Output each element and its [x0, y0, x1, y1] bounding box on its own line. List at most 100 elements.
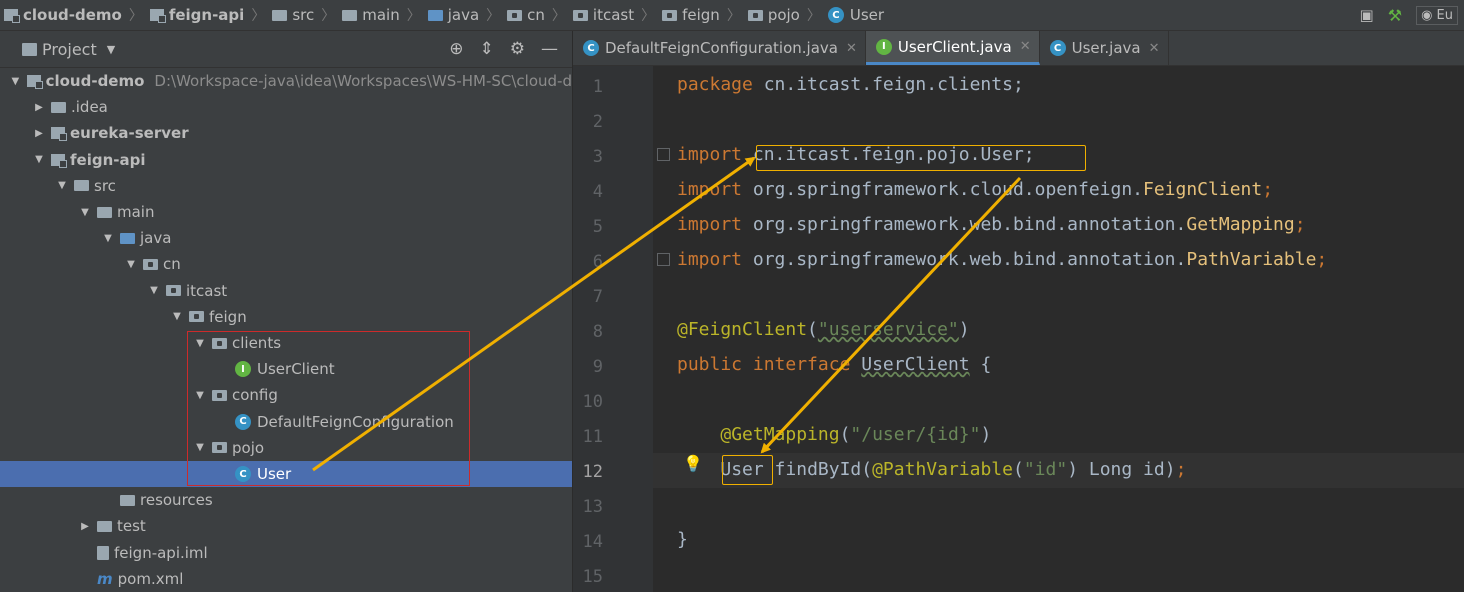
folder-icon: [342, 9, 358, 21]
breadcrumb-item-src[interactable]: src: [268, 6, 318, 24]
project-path: D:\Workspace-java\idea\Workspaces\WS-HM-…: [154, 72, 572, 90]
breadcrumb-item-main[interactable]: main: [338, 6, 403, 24]
breadcrumb-item-java[interactable]: java: [424, 6, 483, 24]
tree-item[interactable]: ▼ cloud-demo D:\Workspace-java\idea\Worksp…: [0, 68, 572, 94]
chevron-right-icon[interactable]: ▶: [79, 521, 91, 532]
editor-tabs: C DefaultFeignConfiguration.java ✕ I Use…: [573, 31, 1464, 66]
line-number: 5: [592, 217, 603, 237]
tree-item-label: DefaultFeignConfiguration: [257, 412, 454, 431]
tree-item[interactable]: I UserClient: [0, 356, 572, 382]
tab-default-feign-configuration[interactable]: C DefaultFeignConfiguration.java ✕: [573, 31, 866, 65]
chevron-right-icon[interactable]: ▶: [33, 102, 45, 113]
tree-item-label: src: [94, 176, 116, 195]
chevron-right-icon: 〉: [551, 8, 566, 24]
tree-item-label: itcast: [186, 281, 228, 300]
class-icon: C: [1049, 40, 1066, 56]
line-number: 8: [592, 322, 603, 342]
breadcrumb-item-user[interactable]: C User: [824, 6, 888, 24]
code-line-12[interactable]: User findById(@PathVariable("id") Long i…: [677, 459, 1186, 480]
source-folder-icon: [427, 9, 443, 21]
chevron-down-icon[interactable]: ▼: [194, 390, 206, 401]
tree-item-label: pom.xml: [117, 569, 184, 588]
tree-item[interactable]: m pom.xml: [0, 566, 572, 592]
line-number: 1: [592, 77, 603, 97]
chevron-down-icon[interactable]: ▼: [79, 207, 91, 218]
breadcrumb-item-itcast[interactable]: itcast: [569, 6, 638, 24]
module-icon: [51, 127, 67, 142]
chevron-down-icon[interactable]: ▼: [194, 442, 206, 453]
package-icon: [212, 337, 227, 349]
tree-item[interactable]: resources: [0, 487, 572, 513]
chevron-down-icon[interactable]: ▼: [10, 76, 22, 87]
breadcrumb-item-feign[interactable]: feign: [658, 6, 724, 24]
code-line-5[interactable]: import org.springframework.web.bind.anno…: [677, 214, 1306, 235]
minimize-icon[interactable]: —: [541, 39, 558, 59]
locate-target-icon[interactable]: ⊕: [449, 39, 463, 59]
tree-item-label: User: [257, 465, 292, 483]
code-line-9[interactable]: public interface UserClient {: [677, 354, 991, 375]
tree-item-label: feign-api: [70, 150, 146, 169]
tree-item[interactable]: ▼ clients: [0, 330, 572, 356]
tree-item-label: UserClient: [257, 360, 335, 379]
tree-item[interactable]: ▼ java: [0, 225, 572, 251]
chevron-right-icon: 〉: [486, 8, 501, 24]
tree-item[interactable]: ▼ feign: [0, 304, 572, 330]
chevron-right-icon: 〉: [251, 8, 266, 24]
tree-item[interactable]: ▼ src: [0, 173, 572, 199]
tree-item[interactable]: ▼ config: [0, 382, 572, 408]
fold-marker-icon[interactable]: [657, 253, 670, 266]
breadcrumb-item-feign-api[interactable]: feign-api: [146, 6, 248, 24]
run-config-icon[interactable]: ▣: [1360, 6, 1374, 24]
breadcrumb-item-pojo[interactable]: pojo: [744, 6, 804, 24]
language-selector[interactable]: ◉ Eu: [1416, 5, 1458, 25]
tab-user-client[interactable]: I UserClient.java ✕: [865, 31, 1040, 65]
chevron-down-icon[interactable]: ▼: [148, 285, 160, 296]
close-icon[interactable]: ✕: [1020, 39, 1031, 54]
chevron-right-icon[interactable]: ▶: [33, 128, 45, 139]
code-line-6[interactable]: import org.springframework.web.bind.anno…: [677, 249, 1327, 270]
collapse-all-icon[interactable]: ⇕: [480, 39, 494, 59]
tree-item[interactable]: feign-api.iml: [0, 540, 572, 566]
folder-icon: [74, 180, 89, 192]
close-icon[interactable]: ✕: [1149, 41, 1160, 56]
chevron-down-icon[interactable]: ▼: [33, 154, 45, 165]
code-line-14[interactable]: }: [677, 529, 688, 550]
tree-item[interactable]: ▶ .idea: [0, 94, 572, 120]
breadcrumb-item-cn[interactable]: cn: [503, 6, 549, 24]
package-icon: [212, 442, 227, 454]
code-line-8[interactable]: @FeignClient("userservice"): [677, 319, 970, 340]
package-icon: [143, 258, 158, 270]
fold-marker-icon[interactable]: [657, 148, 670, 161]
tab-user[interactable]: C User.java ✕: [1040, 31, 1169, 65]
build-hammer-icon[interactable]: ⚒: [1388, 6, 1402, 25]
chevron-down-icon[interactable]: ▼: [125, 259, 137, 270]
tree-item[interactable]: C User: [0, 461, 572, 487]
chevron-down-icon[interactable]: ▼: [56, 180, 68, 191]
gear-icon[interactable]: ⚙: [510, 39, 525, 59]
tree-item[interactable]: C DefaultFeignConfiguration: [0, 409, 572, 435]
code-line-4[interactable]: import org.springframework.cloud.openfei…: [677, 179, 1273, 200]
tree-item[interactable]: ▶ test: [0, 513, 572, 539]
chevron-down-icon[interactable]: ▼: [102, 233, 114, 244]
project-view-selector[interactable]: Project ▼: [22, 40, 115, 59]
code-line-1[interactable]: package cn.itcast.feign.clients;: [677, 74, 1024, 95]
chevron-down-icon[interactable]: ▼: [194, 338, 206, 349]
chevron-down-icon[interactable]: ▼: [171, 311, 183, 322]
folder-icon: [272, 9, 288, 21]
code-line-3[interactable]: import cn.itcast.feign.pojo.User;: [677, 144, 1035, 165]
tree-item[interactable]: ▼ itcast: [0, 278, 572, 304]
tree-item[interactable]: ▶ eureka-server: [0, 120, 572, 146]
tree-item[interactable]: ▼ pojo: [0, 435, 572, 461]
lightbulb-icon[interactable]: 💡: [683, 454, 703, 473]
folder-icon: [97, 520, 112, 532]
tree-item-label: cloud-demo: [45, 72, 145, 90]
package-icon: [747, 9, 763, 21]
code-line-11[interactable]: @GetMapping("/user/{id}"): [677, 424, 991, 445]
tree-item[interactable]: ▼ main: [0, 199, 572, 225]
breadcrumb-item-cloud-demo[interactable]: cloud-demo: [0, 6, 126, 24]
module-icon: [51, 153, 67, 168]
close-icon[interactable]: ✕: [846, 41, 857, 56]
tree-item[interactable]: ▼ feign-api: [0, 147, 572, 173]
tree-item[interactable]: ▼ cn: [0, 251, 572, 277]
interface-icon: I: [235, 361, 251, 378]
